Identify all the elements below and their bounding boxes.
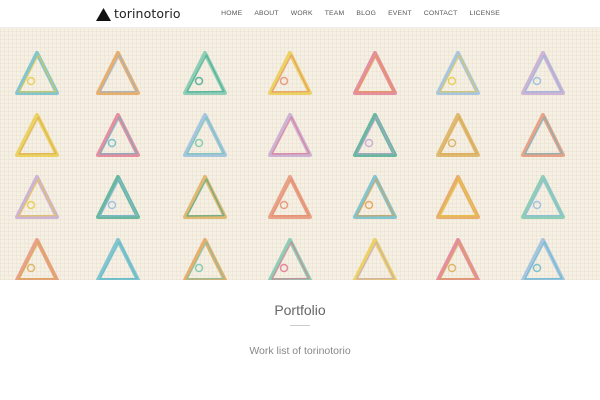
nav-blog[interactable]: BLOG — [356, 10, 376, 17]
title-divider — [290, 325, 310, 326]
painted-triangle — [96, 175, 140, 219]
triangle-pattern-image — [15, 51, 565, 280]
painted-triangle — [15, 175, 59, 219]
painted-triangle — [436, 238, 480, 280]
painted-triangle — [15, 113, 59, 157]
nav-home[interactable]: HOME — [221, 10, 242, 17]
painted-triangle — [436, 175, 480, 219]
nav-team[interactable]: TEAM — [325, 10, 345, 17]
painted-triangle — [436, 51, 480, 95]
painted-triangle — [96, 113, 140, 157]
nav-event[interactable]: EVENT — [388, 10, 412, 17]
painted-triangle — [183, 175, 227, 219]
painted-triangle — [96, 51, 140, 95]
nav-contact[interactable]: CONTACT — [424, 10, 458, 17]
painted-triangle — [15, 51, 59, 95]
painted-triangle — [521, 51, 565, 95]
painted-triangle — [15, 238, 59, 280]
painted-triangle — [353, 175, 397, 219]
logo-triangle-icon — [96, 7, 111, 21]
painted-triangle — [183, 113, 227, 157]
painted-triangle — [353, 51, 397, 95]
logo-text: torinotorio — [114, 6, 181, 21]
page-title: Portfolio — [274, 302, 326, 318]
painted-triangle — [183, 51, 227, 95]
nav-work[interactable]: WORK — [291, 10, 313, 17]
painted-triangle — [353, 238, 397, 280]
main-nav: HOME ABOUT WORK TEAM BLOG EVENT CONTACT … — [221, 0, 500, 27]
painted-triangle — [268, 51, 312, 95]
site-logo[interactable]: torinotorio — [96, 6, 181, 22]
painted-triangle — [96, 238, 140, 280]
painted-triangle — [436, 113, 480, 157]
painted-triangle — [521, 238, 565, 280]
painted-triangle — [183, 238, 227, 280]
nav-license[interactable]: LICENSE — [470, 10, 501, 17]
painted-triangle — [521, 175, 565, 219]
painted-triangle — [268, 175, 312, 219]
page-subtitle: Work list of torinotorio — [249, 345, 351, 357]
painted-triangle — [521, 113, 565, 157]
site-header: torinotorio HOME ABOUT WORK TEAM BLOG EV… — [0, 0, 600, 28]
painted-triangle — [353, 113, 397, 157]
hero-triangle-pattern — [0, 28, 600, 280]
painted-triangle — [268, 238, 312, 280]
nav-about[interactable]: ABOUT — [254, 10, 278, 17]
painted-triangle — [268, 113, 312, 157]
